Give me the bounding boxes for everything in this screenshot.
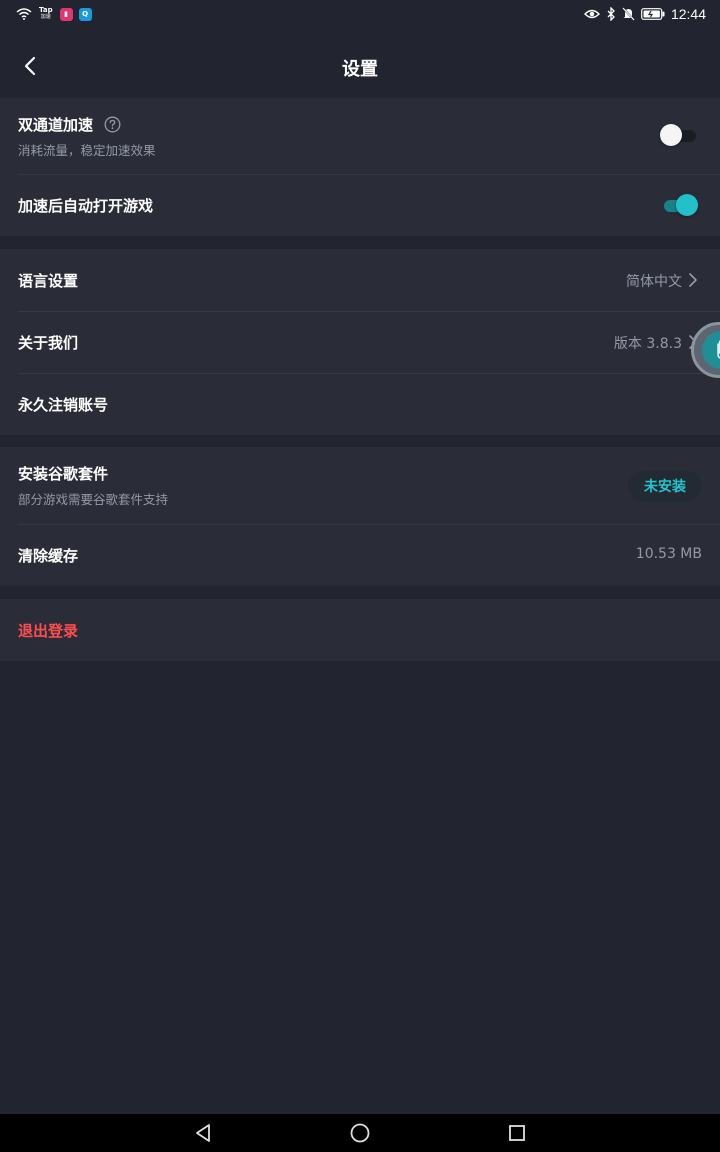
eye-icon — [583, 8, 600, 20]
paperclip-icon — [717, 340, 720, 359]
delete-account-title: 永久注销账号 — [18, 396, 109, 414]
logout-button[interactable]: 退出登录 — [18, 620, 78, 641]
google-suite-row: 安装谷歌套件 部分游戏需要谷歌套件支持 未安装 — [0, 447, 720, 524]
about-us-row[interactable]: 关于我们 版本 3.8.3 — [0, 311, 720, 373]
auto-open-game-row: 加速后自动打开游戏 — [0, 174, 720, 236]
tap-app-icon: Tap 加速 — [38, 7, 54, 21]
status-left: Tap 加速 ▮ Q — [16, 7, 92, 21]
dual-channel-subtitle: 消耗流量，稳定加速效果 — [18, 143, 156, 158]
logout-row[interactable]: 退出登录 — [0, 599, 720, 661]
help-icon[interactable] — [104, 116, 121, 137]
google-suite-title: 安装谷歌套件 — [18, 465, 109, 483]
tap-badge-bottom: 加速 — [40, 14, 51, 20]
clear-cache-title: 清除缓存 — [18, 547, 79, 565]
circle-home-icon — [350, 1123, 370, 1143]
bell-muted-icon — [622, 7, 635, 21]
header: 设置 — [0, 28, 720, 98]
page-title: 设置 — [342, 59, 378, 80]
clear-cache-row[interactable]: 清除缓存 10.53 MB — [0, 524, 720, 586]
navigation-bar — [0, 1114, 720, 1152]
logout-group: 退出登录 — [0, 599, 720, 661]
install-google-suite-button[interactable]: 未安装 — [628, 471, 702, 501]
dual-channel-title: 双通道加速 — [18, 116, 94, 134]
acceleration-settings-group: 双通道加速 消耗流量，稳定加速效果 加速后自动打开游戏 — [0, 98, 720, 236]
language-value: 简体中文 — [626, 274, 682, 290]
chevron-right-icon — [689, 273, 697, 287]
language-title: 语言设置 — [18, 272, 79, 290]
wifi-icon — [16, 8, 32, 20]
status-bar: Tap 加速 ▮ Q 12:44 — [0, 0, 720, 28]
status-right: 12:44 — [583, 6, 706, 22]
google-suite-subtitle: 部分游戏需要谷歌套件支持 — [18, 492, 169, 507]
bluetooth-icon — [606, 7, 616, 21]
status-time: 12:44 — [670, 6, 706, 22]
nav-home-button[interactable] — [348, 1122, 372, 1144]
search-app-icon: Q — [78, 7, 92, 21]
delete-account-row[interactable]: 永久注销账号 — [0, 373, 720, 435]
nav-back-button[interactable] — [191, 1122, 215, 1144]
dual-channel-row: 双通道加速 消耗流量，稳定加速效果 — [0, 98, 720, 174]
dual-channel-toggle[interactable] — [660, 124, 698, 146]
tap-badge-top: Tap — [39, 6, 53, 14]
cache-size-value: 10.53 MB — [635, 546, 702, 562]
version-value: 版本 3.8.3 — [613, 336, 682, 352]
battery-icon — [641, 8, 665, 20]
system-settings-group: 安装谷歌套件 部分游戏需要谷歌套件支持 未安装 清除缓存 10.53 MB — [0, 447, 720, 586]
nav-recents-button[interactable] — [505, 1122, 529, 1144]
general-settings-group: 语言设置 简体中文 关于我们 版本 3.8.3 永久注销账号 — [0, 249, 720, 435]
toggle-knob — [676, 194, 698, 216]
floating-assistant-inner — [702, 331, 720, 369]
auto-open-game-title: 加速后自动打开游戏 — [18, 197, 154, 215]
auto-open-game-toggle[interactable] — [660, 194, 698, 216]
triangle-back-icon — [196, 1124, 210, 1142]
square-recents-icon — [509, 1125, 525, 1141]
language-row[interactable]: 语言设置 简体中文 — [0, 249, 720, 311]
app-notification-icon: ▮ — [59, 7, 73, 21]
toggle-knob — [660, 124, 682, 146]
about-us-title: 关于我们 — [18, 334, 79, 352]
